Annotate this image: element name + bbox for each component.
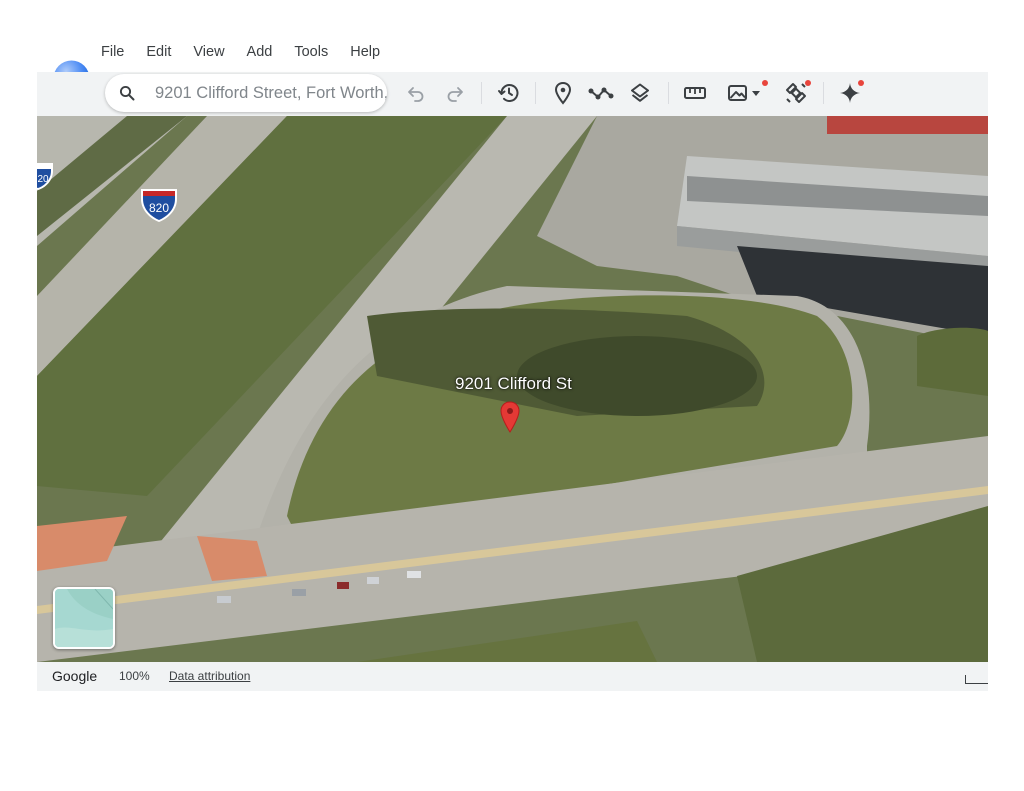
place-label[interactable]: 9201 Clifford St bbox=[455, 374, 572, 394]
historical-imagery-button[interactable] bbox=[496, 80, 522, 106]
placemark-icon bbox=[553, 81, 573, 105]
data-attribution-link[interactable]: Data attribution bbox=[169, 669, 250, 683]
search-input[interactable] bbox=[155, 74, 387, 112]
path-icon bbox=[588, 83, 614, 103]
ruler-icon bbox=[683, 85, 707, 101]
measure-button[interactable] bbox=[682, 80, 708, 106]
menu-bar: File Edit View Add Tools Help bbox=[90, 42, 391, 64]
zoom-level: 100% bbox=[119, 669, 150, 683]
map-viewport[interactable]: 820 20 9201 Clifford St bbox=[37, 116, 988, 662]
historical-imagery-icon bbox=[497, 81, 521, 105]
svg-text:20: 20 bbox=[37, 174, 49, 185]
toolbar-divider bbox=[668, 82, 669, 104]
menu-view[interactable]: View bbox=[193, 42, 224, 64]
redo-icon bbox=[445, 83, 465, 103]
menu-tools[interactable]: Tools bbox=[294, 42, 328, 64]
add-placemark-button[interactable] bbox=[551, 80, 575, 106]
status-bar: Google 100% Data attribution bbox=[37, 662, 988, 691]
minimap-thumbnail[interactable] bbox=[53, 587, 115, 649]
scale-bar bbox=[965, 675, 988, 684]
map-style-icon bbox=[726, 82, 750, 104]
menu-help[interactable]: Help bbox=[350, 42, 380, 64]
toolbar-divider bbox=[823, 82, 824, 104]
menu-edit[interactable]: Edit bbox=[146, 42, 171, 64]
layers-icon bbox=[629, 82, 651, 104]
undo-button[interactable] bbox=[404, 80, 428, 106]
toolbar-divider bbox=[535, 82, 536, 104]
search-icon[interactable] bbox=[119, 85, 135, 101]
svg-text:820: 820 bbox=[149, 201, 169, 215]
undo-icon bbox=[406, 83, 426, 103]
google-brand: Google bbox=[52, 668, 98, 684]
menu-add[interactable]: Add bbox=[247, 42, 273, 64]
notification-dot bbox=[858, 80, 864, 86]
menu-file[interactable]: File bbox=[101, 42, 124, 64]
gemini-sparkle-icon bbox=[839, 82, 861, 104]
toolbar-divider bbox=[481, 82, 482, 104]
redo-button[interactable] bbox=[443, 80, 467, 106]
add-path-button[interactable] bbox=[587, 80, 615, 106]
dropdown-arrow-icon bbox=[750, 88, 762, 98]
notification-dot bbox=[762, 80, 768, 86]
map-style-button[interactable] bbox=[722, 80, 766, 106]
layers-button[interactable] bbox=[628, 80, 652, 106]
satellite-icon bbox=[784, 81, 808, 105]
location-pin-icon[interactable] bbox=[499, 401, 521, 433]
notification-dot bbox=[805, 80, 811, 86]
search-box[interactable] bbox=[105, 74, 387, 112]
